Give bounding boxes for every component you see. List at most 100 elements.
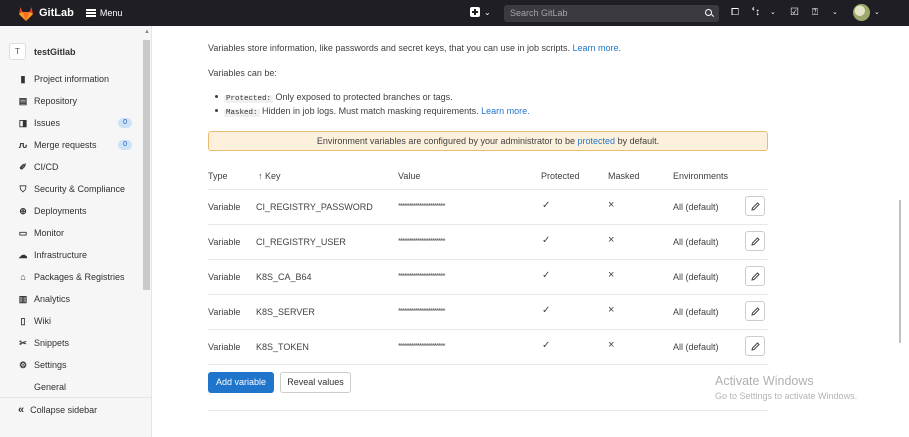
- sidebar-item-analytics[interactable]: ▥ Analytics: [18, 294, 136, 304]
- sidebar-item-settings[interactable]: ⚙ Settings: [18, 360, 136, 370]
- edit-variable-button[interactable]: [745, 266, 765, 286]
- sidebar-item-label: Repository: [34, 96, 78, 106]
- collapse-sidebar-label: Collapse sidebar: [30, 405, 98, 415]
- sidebar-item-label: Packages & Registries: [34, 272, 125, 282]
- edit-variable-button[interactable]: [745, 336, 765, 356]
- check-icon: ✓: [542, 200, 551, 211]
- sidebar-item-label: Merge requests: [34, 140, 97, 150]
- double-chevron-left-icon: «: [18, 404, 25, 416]
- protected-description: Only exposed to protected branches or ta…: [275, 92, 453, 102]
- variables-can-be-text: Variables can be:: [208, 68, 277, 78]
- environment-cell: All (default): [673, 307, 719, 317]
- column-key-sort[interactable]: ↑ Key: [258, 171, 281, 181]
- sidebar-item-wiki[interactable]: ▯ Wiki: [18, 316, 136, 326]
- top-navbar: GitLab Menu ⌄ Search GitLab ⧠ ՙ↕ ⌄ ☑ ⍰ ⌄…: [0, 0, 909, 26]
- value-cell: **********************: [398, 202, 445, 211]
- sidebar-item-repository[interactable]: ▤ Repository: [18, 96, 136, 106]
- sidebar-item-infrastructure[interactable]: ☁ Infrastructure: [18, 250, 136, 260]
- issues-top-icon[interactable]: ⧠: [731, 6, 739, 20]
- sidebar-item-label: Monitor: [34, 228, 65, 238]
- sidebar: ▲ T testGitlab ▮ Project information ▤ R…: [0, 26, 152, 437]
- gitlab-logo[interactable]: GitLab: [18, 6, 74, 21]
- masking-learn-more-link[interactable]: Learn more.: [481, 106, 530, 116]
- sidebar-item-security[interactable]: ⛉ Security & Compliance: [18, 184, 136, 194]
- chevron-down-icon: ⌄: [832, 9, 838, 16]
- alert-text-end: by default.: [617, 136, 660, 146]
- sidebar-footer: [0, 397, 152, 437]
- sidebar-item-label: Issues: [34, 118, 61, 128]
- book-open-icon: ▯: [20, 316, 26, 326]
- masked-code: Masked:: [224, 109, 260, 117]
- check-icon: ✓: [542, 235, 551, 246]
- protected-link[interactable]: protected: [578, 136, 616, 146]
- sidebar-item-project-information[interactable]: ▮ Project information: [18, 74, 136, 84]
- user-avatar[interactable]: [853, 4, 870, 21]
- new-item-dropdown[interactable]: ⌄: [470, 7, 491, 17]
- shield-icon: ⛉: [19, 184, 27, 194]
- sidebar-subitem-general[interactable]: General: [34, 382, 152, 392]
- merge-request-icon: ԉ: [18, 140, 28, 150]
- learn-more-link[interactable]: Learn more.: [573, 43, 622, 53]
- gear-icon: ⚙: [18, 360, 28, 370]
- menu-button[interactable]: Menu: [85, 8, 123, 18]
- project-header[interactable]: T testGitlab: [9, 43, 76, 60]
- merge-requests-top-icon[interactable]: ՙ↕: [752, 6, 760, 20]
- close-icon: ×: [608, 234, 615, 246]
- pencil-icon: [751, 342, 760, 351]
- edit-variable-button[interactable]: [745, 196, 765, 216]
- scroll-up-arrow-icon[interactable]: ▲: [144, 29, 150, 35]
- chevron-down-icon: ⌄: [770, 9, 776, 16]
- reveal-values-button[interactable]: Reveal values: [280, 372, 351, 393]
- info-icon: ▮: [20, 74, 26, 84]
- edit-variable-button[interactable]: [745, 231, 765, 251]
- menu-label: Menu: [99, 8, 123, 18]
- sidebar-item-label: CI/CD: [34, 162, 59, 172]
- sidebar-item-issues[interactable]: ◨ Issues 0: [18, 118, 136, 128]
- section-divider: [208, 410, 768, 411]
- sidebar-item-snippets[interactable]: ✂ Snippets: [18, 338, 136, 348]
- row-divider: [208, 224, 768, 225]
- main-scrollbar[interactable]: [899, 200, 901, 343]
- edit-variable-button[interactable]: [745, 301, 765, 321]
- gitlab-tanuki-icon: [19, 6, 33, 21]
- chevron-down-icon: ⌄: [484, 7, 491, 17]
- masked-description: Hidden in job logs. Must match masking r…: [262, 106, 479, 116]
- type-cell: Variable: [208, 202, 241, 212]
- sidebar-item-label: Infrastructure: [34, 250, 88, 260]
- cloud-icon: ☁: [18, 250, 28, 260]
- check-icon: ✓: [542, 270, 551, 281]
- sidebar-item-merge-requests[interactable]: ԉ Merge requests 0: [18, 140, 136, 150]
- package-icon: ⌂: [20, 272, 26, 282]
- value-cell: **********************: [398, 342, 445, 351]
- sidebar-item-monitor[interactable]: ▭ Monitor: [18, 228, 136, 238]
- app-name: GitLab: [39, 7, 74, 19]
- sidebar-item-label: Deployments: [34, 206, 87, 216]
- collapse-sidebar-button[interactable]: « Collapse sidebar: [18, 404, 97, 416]
- sidebar-item-label: Wiki: [34, 316, 51, 326]
- sidebar-item-packages[interactable]: ⌂ Packages & Registries: [18, 272, 136, 282]
- search-input[interactable]: Search GitLab: [504, 5, 719, 22]
- add-variable-button[interactable]: Add variable: [208, 372, 274, 393]
- sidebar-scrollbar[interactable]: [143, 40, 150, 290]
- column-protected: Protected: [541, 171, 580, 181]
- deployments-icon: ⊕: [19, 206, 27, 216]
- main-content: Variables store information, like passwo…: [152, 26, 909, 437]
- check-icon: ✓: [542, 305, 551, 316]
- environment-cell: All (default): [673, 237, 719, 247]
- value-cell: **********************: [398, 272, 445, 281]
- todo-icon[interactable]: ☑: [790, 6, 799, 20]
- help-icon[interactable]: ⍰: [812, 6, 818, 20]
- plus-square-icon: [470, 7, 480, 17]
- close-icon: ×: [608, 339, 615, 351]
- sidebar-item-label: General: [34, 382, 67, 392]
- pencil-icon: [751, 237, 760, 246]
- activate-windows-subtitle: Go to Settings to activate Windows.: [715, 391, 858, 401]
- check-icon: ✓: [542, 340, 551, 351]
- environment-cell: All (default): [673, 202, 719, 212]
- sidebar-item-cicd[interactable]: ✐ CI/CD: [18, 162, 136, 172]
- key-cell: CI_REGISTRY_USER: [256, 237, 346, 247]
- sidebar-item-deployments[interactable]: ⊕ Deployments: [18, 206, 136, 216]
- activate-windows-title: Activate Windows: [715, 374, 814, 388]
- row-divider: [208, 329, 768, 330]
- row-divider: [208, 259, 768, 260]
